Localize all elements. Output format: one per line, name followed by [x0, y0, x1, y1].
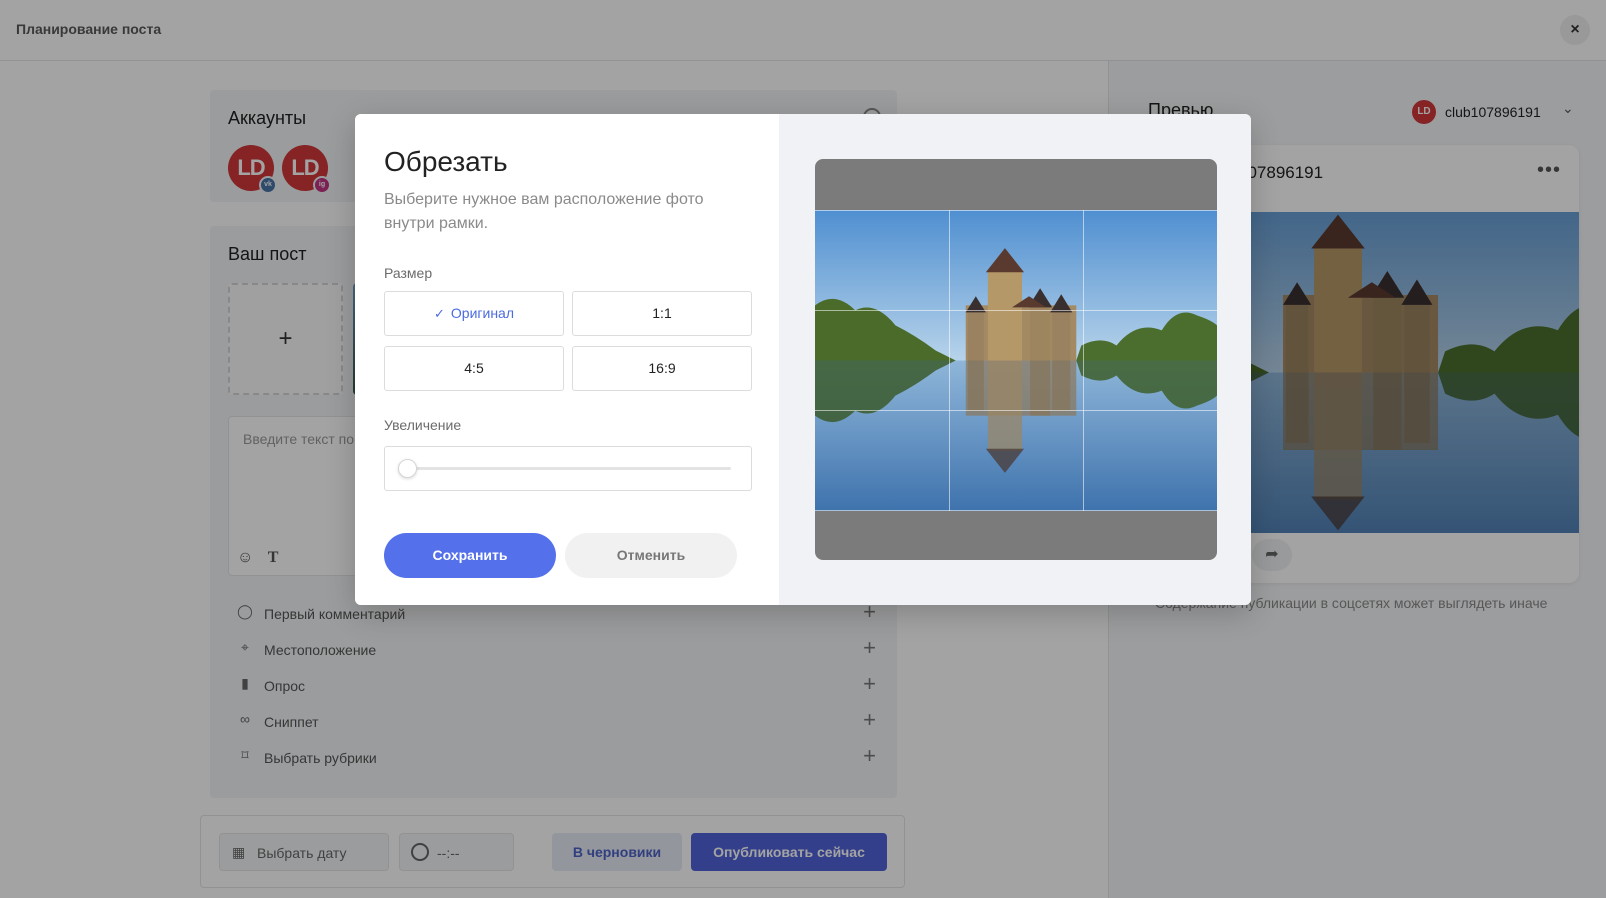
crop-description: Выберите нужное вам расположение фото вн…: [384, 191, 704, 232]
zoom-track[interactable]: [407, 467, 731, 470]
size-label: Размер: [384, 265, 433, 281]
size-option-label: 1:1: [652, 305, 672, 321]
crop-preview-panel: [779, 114, 1251, 605]
size-option-16-9[interactable]: 16:9: [572, 346, 752, 391]
crop-grid-line: [949, 210, 950, 511]
zoom-label: Увеличение: [384, 417, 462, 433]
size-option-label: 16:9: [648, 360, 676, 376]
cancel-button[interactable]: Отменить: [565, 533, 737, 578]
crop-grid-line: [815, 310, 1217, 311]
size-option-original[interactable]: ✓ Оригинал: [384, 291, 564, 336]
crop-frame-bottom: [815, 510, 1217, 511]
crop-grid-line: [815, 410, 1217, 411]
crop-title: Обрезать: [384, 146, 508, 177]
crop-photo[interactable]: [815, 210, 1217, 511]
crop-dialog: Обрезать Выберите нужное вам расположени…: [355, 114, 1251, 605]
size-option-label: 4:5: [464, 360, 484, 376]
crop-stage[interactable]: [815, 159, 1217, 560]
size-option-4-5[interactable]: 4:5: [384, 346, 564, 391]
zoom-handle[interactable]: [398, 459, 417, 478]
crop-frame-top: [815, 210, 1217, 211]
crop-grid-line: [1083, 210, 1084, 511]
check-icon: ✓: [433, 306, 445, 321]
save-button[interactable]: Сохранить: [384, 533, 556, 578]
crop-controls: Обрезать Выберите нужное вам расположени…: [355, 114, 779, 605]
size-option-1-1[interactable]: 1:1: [572, 291, 752, 336]
zoom-slider[interactable]: [384, 446, 752, 491]
size-option-label: Оригинал: [450, 305, 514, 321]
